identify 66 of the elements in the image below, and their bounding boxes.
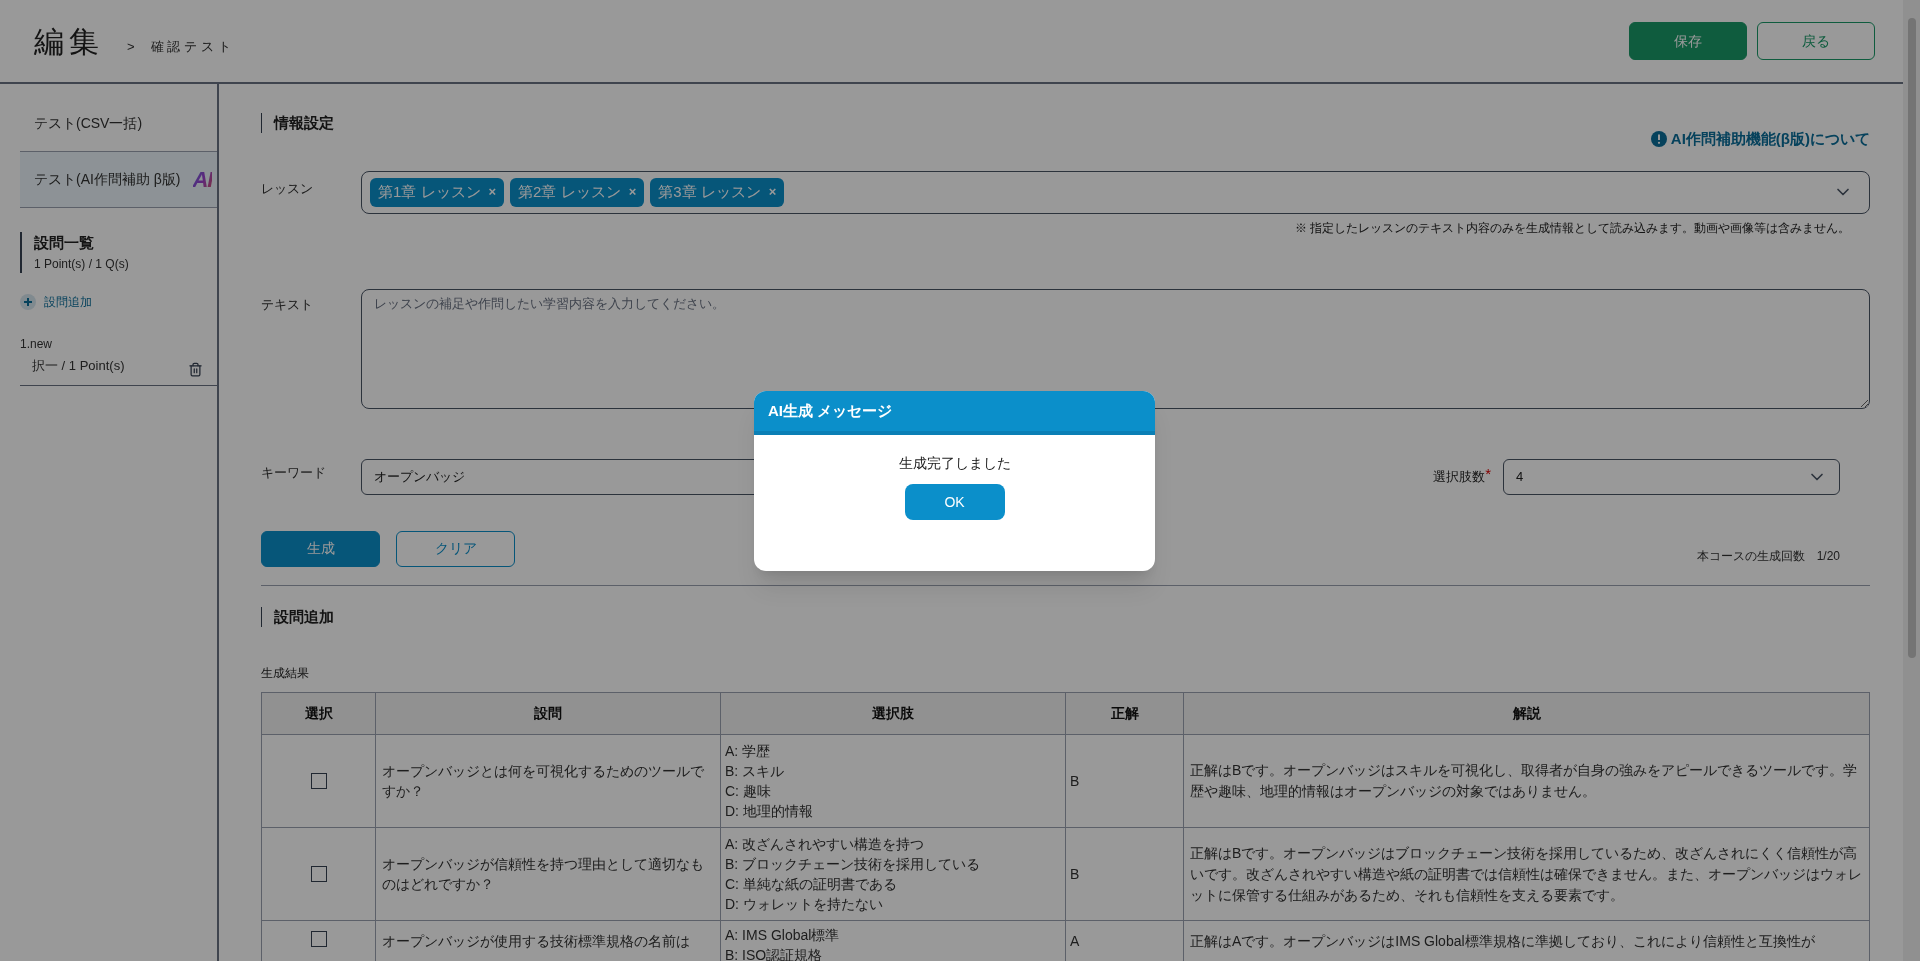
- help-link[interactable]: AI作問補助機能(β版)について: [1650, 128, 1870, 151]
- answer-cell-text: B: [1070, 864, 1080, 884]
- section-title: 設問追加: [274, 606, 334, 627]
- choice-text: C: 趣味: [725, 782, 772, 801]
- column-header: 設問: [375, 693, 720, 734]
- column-header: 解説: [1183, 693, 1869, 734]
- header-button[interactable]: 保存: [1629, 22, 1747, 60]
- column-header: 選択肢: [720, 693, 1065, 734]
- lesson-tag[interactable]: 第2章 レッスン ×: [510, 177, 645, 207]
- usage-label: 本コースの生成回数: [1696, 547, 1805, 565]
- answer-cell-text: A: [1070, 932, 1080, 951]
- choices-count-select[interactable]: 4: [1503, 458, 1840, 495]
- tag-remove[interactable]: ×: [628, 182, 637, 202]
- add-question-link[interactable]: 設問追加: [20, 292, 92, 311]
- tag-label: 第3章 レッスン: [658, 181, 761, 202]
- tag-remove[interactable]: ×: [488, 182, 497, 202]
- lesson-note: ※ 指定したレッスンのテキスト内容のみを生成情報として読み込みます。動画や画像等は含みません。: [1294, 219, 1850, 237]
- header-button[interactable]: 戻る: [1757, 22, 1875, 60]
- breadcrumb: 確認テスト: [150, 38, 236, 57]
- choice-text: B: スキル: [725, 762, 786, 781]
- usage-count: 1/20: [1816, 547, 1840, 565]
- tag-remove[interactable]: ×: [768, 182, 777, 202]
- required-mark: *: [1485, 464, 1491, 485]
- choice-text: A: IMS Global標準: [725, 926, 841, 945]
- question-list-title: 設問一覧: [34, 233, 95, 253]
- results-label: 生成結果: [261, 665, 310, 682]
- choice-text: C: 単純な紙の証明書である: [725, 875, 898, 894]
- row-checkbox[interactable]: [310, 866, 327, 882]
- field-label: レッスン: [261, 179, 314, 198]
- question-cell-text: オープンバッジとは何を可視化するためのツールですか？: [382, 762, 705, 801]
- column-header: 選択: [303, 704, 334, 723]
- explanation-cell-text: 正解はAです。オープンバッジはIMS Global標準規格に準拠しており、これにより信頼性と互換性が: [1190, 932, 1815, 951]
- ok-button[interactable]: OK: [904, 484, 1005, 520]
- row-checkbox[interactable]: [310, 773, 327, 789]
- lesson-select[interactable]: 第1章 レッスン × 第2章 レッスン × 第3章 レッスン ×: [361, 170, 1870, 214]
- plus-icon: [20, 293, 36, 310]
- breadcrumb-separator: >: [127, 38, 135, 57]
- column-header: 正解: [1065, 693, 1183, 734]
- choice-text: A: 学歴: [725, 742, 772, 761]
- field-label: テキスト: [261, 295, 314, 314]
- explanation-cell-text: 正解はBです。オープンバッジはスキルを可視化し、取得者が自身の強みをアピールできるツールです。学歴や趣味、地理的情報はオープンバッジの対象ではありません。: [1190, 761, 1859, 801]
- choice-text: A: 改ざんされやすい構造を持つ: [725, 835, 926, 854]
- answer-cell-text: B: [1070, 771, 1080, 791]
- field-label: 選択肢数: [1433, 467, 1486, 486]
- choice-text: D: 地理的情報: [725, 802, 814, 821]
- lesson-tag[interactable]: 第1章 レッスン ×: [370, 177, 505, 207]
- action-button[interactable]: 生成: [261, 530, 380, 567]
- explanation-cell-text: 正解はBです。オープンバッジはブロックチェーン技術を採用しているため、改ざんされにくく信頼性が高いです。改ざんされやすい構造や紙の証明書では信頼性は確保できません。また、オープンバッジはウォレットに保管する仕組みがあるため、それも信頼性を支える要素です。: [1190, 843, 1863, 905]
- field-label: キーワード: [261, 463, 327, 482]
- row-checkbox[interactable]: [310, 931, 327, 947]
- lesson-tag[interactable]: 第3章 レッスン ×: [650, 177, 785, 207]
- question-list-summary: 1 Point(s) / 1 Q(s): [34, 255, 130, 273]
- section-title: 情報設定: [274, 113, 334, 133]
- choice-text: B: ブロックチェーン技術を採用している: [725, 855, 982, 874]
- page-title: 編集: [34, 23, 103, 60]
- choice-text: D: ウォレットを持たない: [725, 895, 884, 914]
- scrollbar[interactable]: [1903, 0, 1920, 961]
- question-cell-text: オープンバッジが信頼性を持つ理由として適切なものはどれですか？: [382, 855, 705, 894]
- tag-label: 第2章 レッスン: [518, 181, 621, 202]
- action-button[interactable]: クリア: [396, 530, 515, 567]
- question-item-detail: 択一 / 1 Point(s): [32, 357, 125, 373]
- question-item-name: 1.new: [20, 335, 54, 353]
- question-cell-text: オープンバッジが使用する技術標準規格の名前は: [382, 932, 690, 951]
- tag-label: 第1章 レッスン: [378, 181, 481, 202]
- trash-icon[interactable]: [188, 361, 203, 377]
- exclamation-icon: [1650, 131, 1667, 148]
